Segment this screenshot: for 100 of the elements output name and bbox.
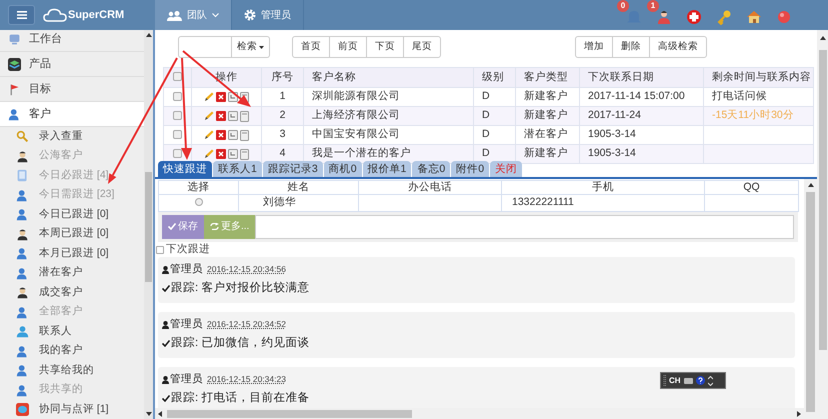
delete-icon[interactable] xyxy=(216,92,226,102)
sidebar-subitem[interactable]: 今日已跟进 [0] xyxy=(0,205,144,224)
sidebar-subitem[interactable]: 联系人 xyxy=(0,322,144,342)
column-header: 办公电话 xyxy=(358,180,502,194)
contact-icon xyxy=(16,325,29,338)
pager-button[interactable]: 前页 xyxy=(329,37,366,57)
pager-button[interactable]: 下页 xyxy=(366,37,403,57)
sidebar-subitem[interactable]: 协同与点评 [1] xyxy=(0,400,144,419)
scrollbar-thumb[interactable] xyxy=(145,172,152,282)
ball-icon xyxy=(776,9,792,25)
scrollbar[interactable] xyxy=(144,30,153,419)
key-button[interactable] xyxy=(716,9,732,25)
delete-icon[interactable] xyxy=(216,111,226,121)
action-button[interactable]: 删除 xyxy=(612,37,649,57)
document-icon[interactable] xyxy=(240,110,249,122)
menu-button[interactable] xyxy=(8,5,35,25)
pencil-icon[interactable] xyxy=(204,130,214,140)
panel-tab[interactable]: 报价单1 xyxy=(362,161,412,177)
note-field[interactable] xyxy=(255,214,794,239)
checkbox[interactable] xyxy=(173,148,182,158)
scroll-right-icon[interactable] xyxy=(797,410,801,416)
person-icon xyxy=(8,108,21,120)
panel-tab[interactable]: 商机0 xyxy=(324,161,362,177)
table-cell-text: 1905-3-14 xyxy=(587,127,637,142)
column-header: 姓名 xyxy=(238,180,358,194)
panel-tab[interactable]: 附件0 xyxy=(451,161,490,177)
action-button[interactable]: 增加 xyxy=(576,37,612,57)
reply-icon[interactable] xyxy=(228,111,238,121)
check-icon xyxy=(162,284,170,292)
reply-icon[interactable] xyxy=(228,149,238,159)
table-cell-text: 2017-11-14 15:07:00 xyxy=(587,89,686,104)
cloud-logo-icon xyxy=(43,8,67,22)
pager-button[interactable]: 首页 xyxy=(293,37,329,57)
gear-icon xyxy=(244,9,256,21)
sidebar-subitem[interactable]: 共享给我的 xyxy=(0,361,144,380)
next-followup-checkbox[interactable]: 下次跟进 xyxy=(156,244,801,256)
medical-cross-button[interactable] xyxy=(686,9,702,25)
keyboard-icon[interactable] xyxy=(684,378,693,384)
scrollbar[interactable] xyxy=(817,30,828,419)
ime-toolbar[interactable]: CH xyxy=(660,372,726,389)
bell-icon xyxy=(626,9,642,25)
checkbox[interactable] xyxy=(173,130,182,139)
sidebar-subitem[interactable]: 录入查重 xyxy=(0,127,144,146)
scrollbar-thumb[interactable] xyxy=(818,50,826,350)
checkbox[interactable] xyxy=(173,110,182,120)
person-icon xyxy=(16,208,29,222)
sidebar-subitem[interactable]: 潜在客户 xyxy=(0,264,144,283)
author-name: 管理员 xyxy=(170,316,203,332)
search-button[interactable]: 检索 xyxy=(232,36,270,58)
checkbox[interactable] xyxy=(173,92,182,101)
pencil-icon[interactable] xyxy=(204,111,214,121)
table-cell-text: 潜在客户 xyxy=(523,127,569,142)
timestamp: 2016-12-15 20:34:52 xyxy=(207,318,286,331)
panel-tab[interactable]: 跟踪记录3 xyxy=(262,161,323,177)
ball-button[interactable] xyxy=(776,9,792,25)
table-cell-text: 新建客户 xyxy=(523,146,569,162)
document-icon[interactable] xyxy=(240,148,249,160)
scroll-left-icon[interactable] xyxy=(158,410,162,416)
check-icon xyxy=(168,223,176,230)
scroll-up-icon[interactable] xyxy=(146,33,152,37)
scrollbar[interactable] xyxy=(804,179,817,419)
action-button[interactable]: 高级检索 xyxy=(649,37,706,57)
delete-icon[interactable] xyxy=(216,130,226,140)
sidebar-subitem[interactable]: 成交客户 xyxy=(0,283,144,302)
table-cell: 13322221111 xyxy=(512,196,574,208)
radio-button[interactable] xyxy=(194,198,202,206)
sidebar-item[interactable]: 客户 xyxy=(0,102,144,127)
search-field[interactable] xyxy=(178,36,232,58)
language-indicator[interactable]: CH xyxy=(669,374,681,386)
scrollbar-thumb[interactable] xyxy=(167,410,412,418)
scroll-down-icon[interactable] xyxy=(146,412,152,416)
reply-icon[interactable] xyxy=(228,130,238,140)
document-icon[interactable] xyxy=(240,130,249,140)
record-text: 跟踪: 打电话，目前在准备 xyxy=(171,390,310,406)
panel-tab[interactable]: 备忘0 xyxy=(412,161,450,177)
checkbox[interactable] xyxy=(173,72,182,82)
table-cell-text: 上海经济有限公司 xyxy=(311,108,401,124)
house-button[interactable] xyxy=(746,9,762,25)
pencil-icon[interactable] xyxy=(204,92,214,102)
table-cell-text: 我是一个潜在的客户 xyxy=(311,146,412,162)
timestamp: 2016-12-15 20:34:56 xyxy=(207,263,286,276)
pager-button[interactable]: 尾页 xyxy=(403,37,440,57)
person-icon xyxy=(656,9,672,25)
scroll-up-icon[interactable] xyxy=(808,183,814,187)
delete-icon[interactable] xyxy=(216,149,226,159)
sidebar-subitem[interactable]: 我的客户 xyxy=(0,342,144,361)
expand-icon[interactable] xyxy=(708,376,713,386)
sidebar-item[interactable]: 工作台 xyxy=(0,30,144,52)
panel-tab[interactable]: 快速跟进 xyxy=(158,161,212,177)
scroll-up-icon[interactable] xyxy=(820,36,826,40)
person-button[interactable] xyxy=(656,9,672,25)
scrollbar-thumb[interactable] xyxy=(806,192,815,412)
sidebar-subitem[interactable]: 本月已跟进 [0] xyxy=(0,244,144,264)
panel-tab[interactable]: 联系人1 xyxy=(213,161,262,177)
table-cell-text: 新建客户 xyxy=(523,108,569,124)
flag-icon xyxy=(8,82,21,96)
sidebar-subitem[interactable]: 本周已跟进 [0] xyxy=(0,224,144,244)
sidebar-item[interactable]: 产品 xyxy=(0,52,144,77)
pencil-icon[interactable] xyxy=(204,149,214,159)
help-icon[interactable] xyxy=(696,376,705,385)
